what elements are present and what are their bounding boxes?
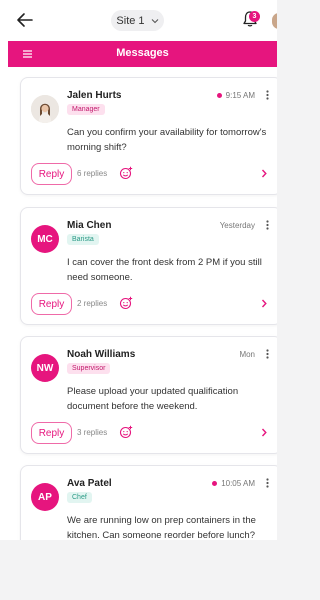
notification-badge: 3 xyxy=(249,11,260,22)
sender-name: Mia Chen xyxy=(67,220,112,231)
reply-count[interactable]: 6 replies xyxy=(77,169,107,178)
message-time: Yesterday xyxy=(220,221,255,230)
chevron-down-icon xyxy=(151,18,158,23)
site-label: Site 1 xyxy=(116,14,145,27)
reply-count[interactable]: 3 replies xyxy=(77,428,107,437)
add-reaction-icon[interactable] xyxy=(119,296,133,310)
avatar xyxy=(31,95,59,123)
avatar: AP xyxy=(31,483,59,511)
top-bar: Site 1 3 xyxy=(0,0,277,40)
role-tag: Manager xyxy=(67,104,105,115)
page-title: Messages xyxy=(116,47,169,59)
back-arrow-icon[interactable] xyxy=(14,10,36,30)
sender-name: Noah Williams xyxy=(67,349,136,360)
message-time: 10:05 AM xyxy=(212,479,255,488)
reply-button[interactable]: Reply xyxy=(31,293,72,315)
time-label: Yesterday xyxy=(219,221,255,230)
messages-header: Messages xyxy=(8,41,277,67)
unread-dot xyxy=(216,93,222,98)
message-card[interactable]: Jalen Hurts Manager 9:15 AM Can you conf… xyxy=(20,77,277,195)
person-photo-icon xyxy=(31,95,59,123)
message-time: 9:15 AM xyxy=(216,91,255,100)
message-text: Can you confirm your availability for to… xyxy=(67,127,267,153)
add-reaction-icon[interactable] xyxy=(119,425,133,439)
profile-avatar[interactable] xyxy=(272,13,277,29)
message-text: I can cover the front desk from 2 PM if … xyxy=(67,257,262,283)
role-tag: Barista xyxy=(67,234,99,245)
add-reaction-icon[interactable] xyxy=(119,166,133,180)
message-card[interactable]: AP Ava Patel Chef 10:05 AM We are runnin… xyxy=(20,465,277,540)
reply-count[interactable]: 2 replies xyxy=(77,299,107,308)
role-tag: Supervisor xyxy=(67,363,111,374)
avatar: NW xyxy=(31,354,59,382)
more-vertical-icon[interactable] xyxy=(266,90,269,100)
site-selector[interactable]: Site 1 xyxy=(111,10,164,31)
avatar-initials: AP xyxy=(38,491,52,503)
message-text: We are running low on prep containers in… xyxy=(67,515,256,540)
sender-name: Jalen Hurts xyxy=(67,90,122,101)
message-time: Mon xyxy=(239,350,255,359)
more-vertical-icon[interactable] xyxy=(266,349,269,359)
chevron-right-icon[interactable] xyxy=(261,299,267,308)
sender-name: Ava Patel xyxy=(67,478,112,489)
time-label: 10:05 AM xyxy=(221,479,255,488)
time-label: Mon xyxy=(239,350,255,359)
time-label: 9:15 AM xyxy=(225,91,255,100)
chevron-right-icon[interactable] xyxy=(261,428,267,437)
chevron-right-icon[interactable] xyxy=(261,169,267,178)
more-vertical-icon[interactable] xyxy=(266,478,269,488)
more-vertical-icon[interactable] xyxy=(266,220,269,230)
avatar-initials: NW xyxy=(36,362,54,374)
reply-button[interactable]: Reply xyxy=(31,163,72,185)
role-tag: Chef xyxy=(67,492,92,503)
message-text: Please upload your updated qualification… xyxy=(67,386,239,412)
message-card[interactable]: MC Mia Chen Barista Yesterday I can cove… xyxy=(20,207,277,325)
avatar-initials: MC xyxy=(37,233,53,245)
message-card[interactable]: NW Noah Williams Supervisor Mon Please u… xyxy=(20,336,277,454)
app-frame: Site 1 3 Messages Jalen Hurts Manager 9:… xyxy=(0,0,277,540)
reply-button[interactable]: Reply xyxy=(31,422,72,444)
unread-dot xyxy=(212,481,218,486)
avatar: MC xyxy=(31,225,59,253)
